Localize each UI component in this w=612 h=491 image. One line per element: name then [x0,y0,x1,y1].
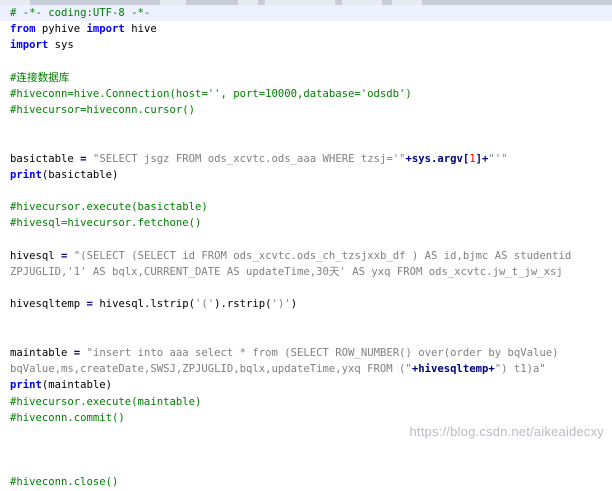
code-line[interactable]: basictable = "SELECT jsgz FROM ods_xcvtc… [0,151,612,167]
code-token: #hivecursor.execute(basictable) [10,201,208,214]
code-line[interactable] [0,280,612,296]
code-token: "SELECT jsgz FROM ods_xcvtc.ods_aaa WHER… [92,152,406,165]
code-line[interactable]: hivesql = "(SELECT (SELECT id FROM ods_x… [0,248,612,264]
code-token: from [10,23,36,36]
code-line[interactable]: #hivecursor=hiveconn.cursor() [0,102,612,118]
code-token: "(SELECT (SELECT id FROM ods_xcvtc.ods_c… [73,249,572,262]
code-token: print [10,379,42,392]
code-token: hivesqltemp [10,298,87,311]
code-line[interactable]: print(maintable) [0,377,612,393]
code-token: #hiveconn.close() [10,476,119,489]
code-line[interactable]: bqValue,ms,createDate,SWSJ,ZPJUGLID,bqlx… [0,361,612,377]
code-token: sys [48,39,74,52]
code-line[interactable]: #hivecursor.execute(maintable) [0,394,612,410]
code-line[interactable]: #连接数据库 [0,70,612,86]
code-token: #连接数据库 [10,71,70,84]
code-token: # -*- coding:UTF-8 -*- [10,7,151,19]
watermark: https://blog.csdn.net/aikeaidecxy [409,424,604,439]
code-token: import [10,39,49,52]
code-token: import [86,23,125,36]
code-line[interactable] [0,458,612,474]
code-line[interactable] [0,232,612,248]
code-line[interactable]: maintable = "insert into aaa select * fr… [0,345,612,361]
code-token: +hivesqltemp+ [411,363,495,376]
code-token: hivesql.lstrip( [92,298,195,311]
code-line[interactable] [0,329,612,345]
code-line[interactable]: from pyhive import hive [0,21,612,37]
code-token: ).rstrip( [214,298,272,311]
code-token: "'" [488,152,508,165]
code-token: print [10,168,42,181]
code-line[interactable]: import sys [0,37,612,53]
code-token: +sys.argv[ [405,152,470,165]
code-token: "insert into aaa select * from (SELECT R… [86,346,559,359]
code-line[interactable] [0,118,612,134]
code-line[interactable] [0,183,612,199]
code-token: #hiveconn=hive.Connection(host='', port=… [10,87,412,100]
code-token: ) [290,298,298,311]
code-token: #hivecursor=hiveconn.cursor() [10,104,195,117]
code-token: hivesql [10,249,62,262]
code-token: #hivesql=hivecursor.fetchone() [10,217,202,230]
code-token: ") t1)a" [494,363,546,376]
code-line[interactable]: # -*- coding:UTF-8 -*- [0,5,612,22]
code-line[interactable]: #hiveconn.close() [0,474,612,490]
code-line[interactable] [0,54,612,70]
code-token: hive [124,23,157,36]
code-token: '(' [195,298,215,311]
code-line[interactable] [0,313,612,329]
code-token: bqValue,ms,createDate,SWSJ,ZPJUGLID,bqlx… [10,363,412,376]
code-line[interactable] [0,135,612,151]
code-line[interactable] [0,442,612,458]
code-line[interactable]: #hivesql=hivecursor.fetchone() [0,215,612,231]
code-token: basictable [10,152,81,165]
code-token: ZPJUGLID,'1' AS bqlx,CURRENT_DATE AS upd… [10,266,563,278]
code-token: (basictable) [41,168,119,181]
code-token: (maintable) [41,379,113,392]
code-line[interactable]: #hiveconn=hive.Connection(host='', port=… [0,86,612,102]
code-token: pyhive [35,23,87,36]
code-line[interactable]: print(basictable) [0,167,612,183]
code-token: ]+ [475,152,489,165]
code-line[interactable]: hivesqltemp = hivesql.lstrip('(').rstrip… [0,296,612,312]
code-line[interactable]: ZPJUGLID,'1' AS bqlx,CURRENT_DATE AS upd… [0,264,612,280]
code-editor[interactable]: # -*- coding:UTF-8 -*- from pyhive import… [0,5,612,491]
code-token: maintable [10,346,74,359]
code-token: #hiveconn.commit() [10,411,125,424]
code-token: #hivecursor.execute(maintable) [10,395,202,408]
code-token: ')' [271,298,291,311]
code-line[interactable]: #hivecursor.execute(basictable) [0,199,612,215]
